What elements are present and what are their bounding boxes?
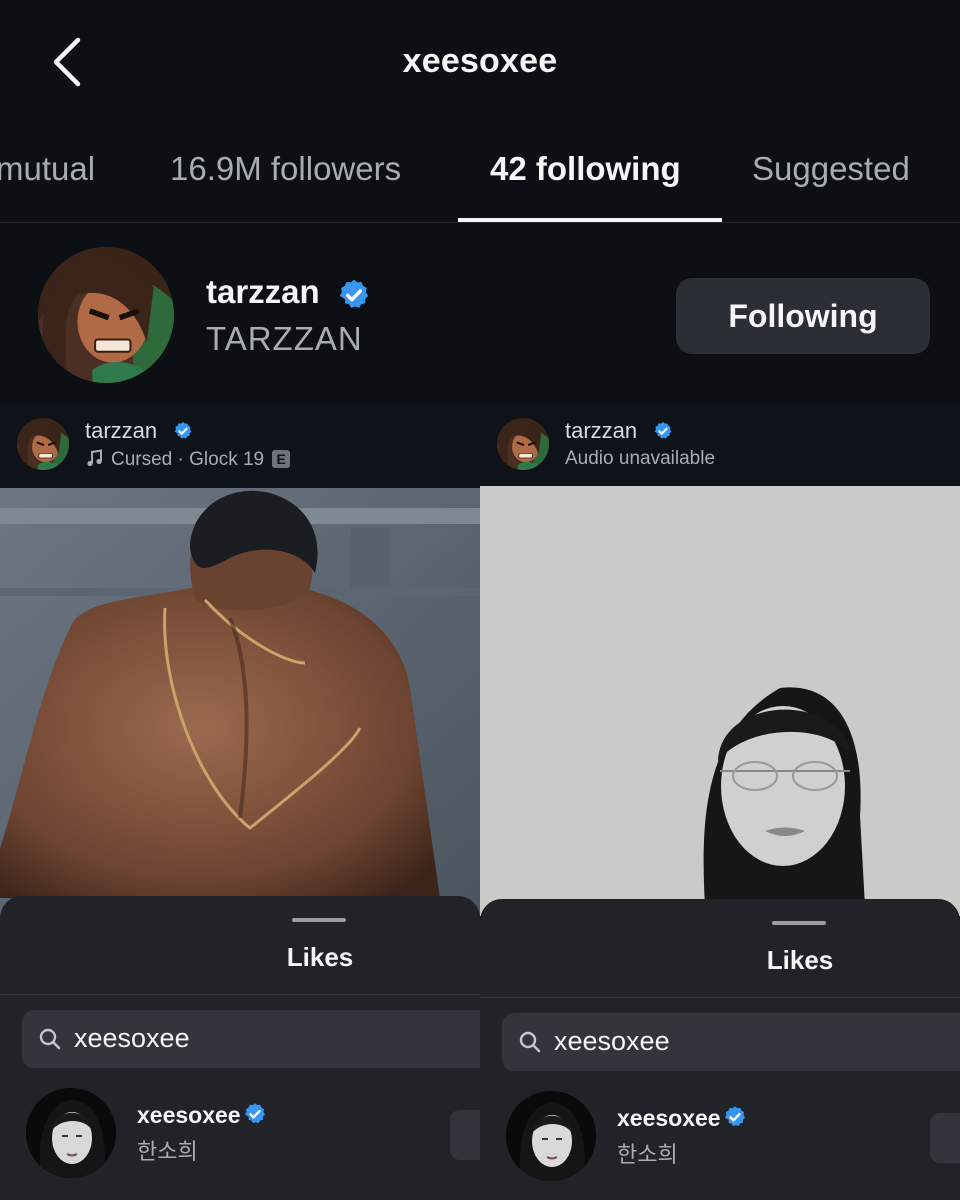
likes-sheet: Likes xeesoxee xeesoxee 한소희 bbox=[480, 899, 960, 1200]
audio-info[interactable]: Cursed · Glock 19 E bbox=[85, 448, 291, 471]
reel-panel-right: tarzzan Audio unavailable Likes xeesoxee bbox=[480, 404, 960, 1200]
sheet-divider bbox=[0, 994, 480, 995]
sheet-divider bbox=[480, 997, 960, 998]
post-username[interactable]: tarzzan bbox=[85, 418, 157, 444]
tab-suggested[interactable]: Suggested bbox=[752, 150, 910, 188]
audio-info: Audio unavailable bbox=[565, 448, 716, 469]
sheet-title: Likes bbox=[286, 942, 354, 972]
verified-badge-icon bbox=[723, 1105, 747, 1129]
result-username[interactable]: xeesoxee bbox=[137, 1102, 241, 1129]
result-name: 한소희 bbox=[617, 1142, 678, 1167]
search-value: xeesoxee bbox=[554, 1026, 670, 1056]
likes-search-input[interactable]: xeesoxee bbox=[502, 1013, 960, 1071]
verified-badge-icon bbox=[173, 421, 193, 441]
search-value: xeesoxee bbox=[74, 1023, 190, 1053]
result-name: 한소희 bbox=[137, 1139, 198, 1164]
sheet-handle[interactable] bbox=[772, 921, 826, 925]
search-icon bbox=[519, 1031, 541, 1053]
reel-panel-left: tarzzan Cursed · Glock 19 E Likes xeesox… bbox=[0, 404, 480, 1200]
sheet-handle[interactable] bbox=[292, 918, 346, 922]
audio-title: Cursed · Glock 19 bbox=[111, 449, 265, 470]
tab-mutual[interactable]: mutual bbox=[0, 150, 95, 188]
avatar[interactable] bbox=[17, 418, 69, 470]
avatar-image bbox=[26, 1088, 116, 1178]
avatar-image bbox=[497, 418, 549, 470]
post-photo[interactable] bbox=[480, 486, 960, 916]
avatar[interactable] bbox=[26, 1088, 116, 1178]
avatar[interactable] bbox=[506, 1091, 596, 1181]
avatar[interactable] bbox=[497, 418, 549, 470]
likes-search-input[interactable]: xeesoxee bbox=[22, 1010, 480, 1068]
result-action-button[interactable] bbox=[930, 1113, 960, 1163]
avatar[interactable] bbox=[38, 247, 174, 383]
verified-badge-icon bbox=[653, 421, 673, 441]
result-action-button[interactable] bbox=[450, 1110, 480, 1160]
sheet-title: Likes bbox=[766, 945, 834, 975]
profile-username[interactable]: tarzzan bbox=[206, 273, 320, 311]
avatar-image bbox=[38, 247, 174, 383]
tab-divider bbox=[0, 222, 960, 223]
likes-sheet: Likes xeesoxee xeesoxee 한소희 bbox=[0, 896, 480, 1200]
verified-badge-icon bbox=[243, 1102, 267, 1126]
avatar-image bbox=[17, 418, 69, 470]
result-username[interactable]: xeesoxee bbox=[617, 1105, 721, 1132]
page-title: xeesoxee bbox=[402, 42, 558, 80]
post-image bbox=[480, 486, 960, 916]
post-photo[interactable] bbox=[0, 488, 480, 918]
music-note-icon bbox=[87, 449, 102, 467]
verified-badge-icon bbox=[337, 278, 371, 312]
post-header: tarzzan Cursed · Glock 19 E bbox=[0, 404, 480, 486]
post-username[interactable]: tarzzan bbox=[565, 418, 637, 444]
search-icon bbox=[39, 1028, 61, 1050]
explicit-badge: E bbox=[272, 450, 291, 468]
avatar-image bbox=[506, 1091, 596, 1181]
tab-followers[interactable]: 16.9M followers bbox=[170, 150, 401, 188]
following-button[interactable]: Following bbox=[676, 278, 930, 354]
tab-following[interactable]: 42 following bbox=[490, 150, 681, 188]
post-header: tarzzan Audio unavailable bbox=[480, 404, 960, 486]
post-image bbox=[0, 488, 480, 918]
profile-full-name: TARZZAN bbox=[206, 320, 363, 357]
